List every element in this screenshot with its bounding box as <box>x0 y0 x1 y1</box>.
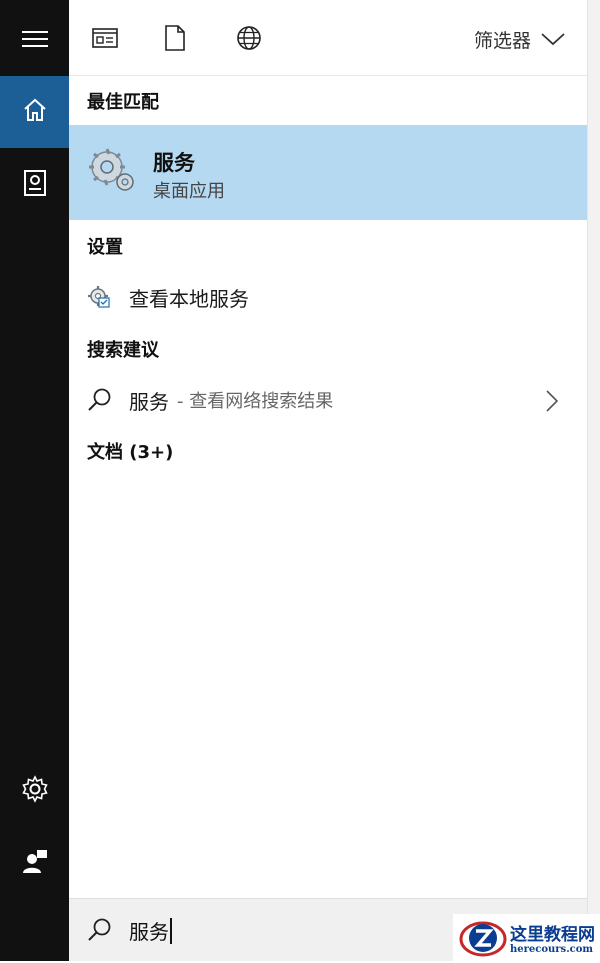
apps-scope-button[interactable] <box>87 22 123 58</box>
gear-icon <box>21 775 49 807</box>
text-caret <box>170 918 172 944</box>
menu-button[interactable] <box>0 8 69 74</box>
section-header-documents[interactable]: 文档 (3+) <box>87 438 173 464</box>
home-button[interactable] <box>0 76 69 148</box>
section-header-settings: 设置 <box>87 237 123 258</box>
account-button[interactable] <box>0 832 69 894</box>
documents-scope-button[interactable] <box>157 22 193 58</box>
settings-result-item[interactable]: 查看本地服务 <box>69 274 587 320</box>
watermark-logo: 这里教程网 herecours.com <box>453 914 600 961</box>
settings-button[interactable] <box>0 760 69 822</box>
desktop-edge <box>587 0 600 961</box>
home-icon <box>22 97 48 127</box>
search-box-icon <box>87 917 113 947</box>
app-window-icon <box>92 27 118 53</box>
web-suggestion-item[interactable]: 服务 - 查看网络搜索结果 <box>69 377 587 423</box>
settings-item-label: 查看本地服务 <box>129 286 249 311</box>
suggestion-hint: - 查看网络搜索结果 <box>177 391 334 412</box>
search-input-value: 服务 <box>129 920 169 944</box>
chevron-down-icon <box>541 29 565 51</box>
watermark-title: 这里教程网 <box>510 925 595 945</box>
settings-gear-icon <box>87 285 117 309</box>
left-rail <box>0 0 69 961</box>
watermark-url: herecours.com <box>510 944 594 955</box>
z-logo-icon <box>457 917 507 963</box>
search-icon <box>87 387 117 413</box>
best-match-title: 服务 <box>153 151 195 175</box>
best-match-subtitle: 桌面应用 <box>153 181 225 202</box>
notebook-button[interactable] <box>0 150 69 220</box>
suggestion-query: 服务 <box>129 389 169 414</box>
web-scope-button[interactable] <box>231 22 267 58</box>
chevron-right-icon <box>545 389 559 417</box>
notebook-icon <box>22 169 48 201</box>
document-icon <box>164 25 186 55</box>
globe-icon <box>236 25 262 55</box>
user-feedback-icon <box>22 848 48 878</box>
services-app-icon <box>87 145 137 199</box>
scope-toolbar: 筛选器 <box>69 0 587 76</box>
hamburger-icon <box>21 29 48 53</box>
filter-dropdown[interactable]: 筛选器 <box>474 26 565 53</box>
section-header-best-match: 最佳匹配 <box>87 92 159 113</box>
search-input[interactable]: 服务 <box>129 916 172 945</box>
search-results-panel: 筛选器 最佳匹配 服务 桌面应用 设置 查看本地服务 搜索建议 服务 - 查看网… <box>69 0 587 961</box>
best-match-result[interactable]: 服务 桌面应用 <box>69 125 587 220</box>
section-header-search-suggestions: 搜索建议 <box>87 340 159 361</box>
filter-label: 筛选器 <box>473 30 531 52</box>
